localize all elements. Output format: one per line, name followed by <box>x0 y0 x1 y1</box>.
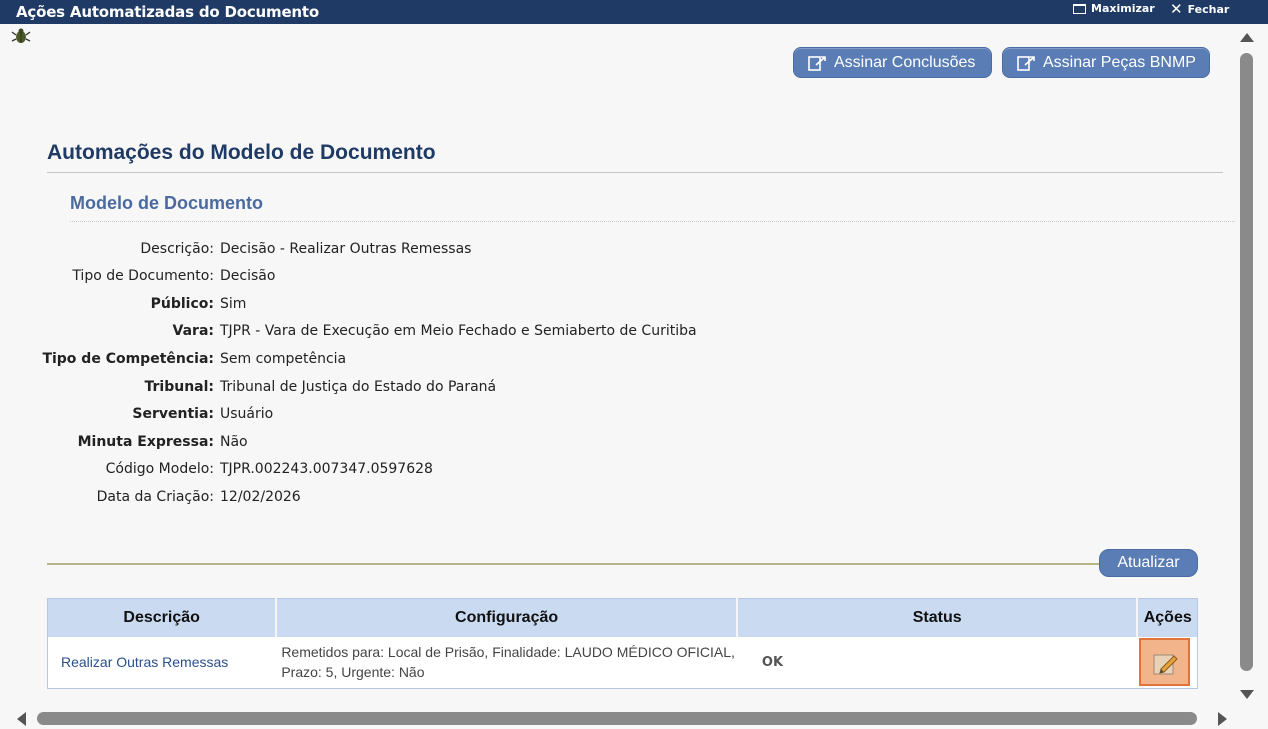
table-header-row: Descrição Configuração Status Ações <box>47 598 1198 637</box>
field-label: Data da Criação: <box>96 489 214 505</box>
divider <box>70 221 1235 222</box>
field-tipo-documento: Tipo de Documento: Decisão <box>0 265 900 289</box>
sign-document-icon <box>1017 55 1035 71</box>
field-label: Tipo de Competência: <box>42 351 214 367</box>
sign-bnmp-button[interactable]: Assinar Peças BNMP <box>1002 47 1210 78</box>
maximize-label: Maximizar <box>1091 2 1155 15</box>
sign-document-icon <box>808 55 826 71</box>
field-label: Público: <box>150 296 214 312</box>
table-row: Realizar Outras Remessas Remetidos para:… <box>47 636 1198 689</box>
vertical-scrollbar-thumb[interactable] <box>1240 53 1253 671</box>
field-label: Código Modelo: <box>105 461 214 477</box>
field-value: TJPR.002243.007347.0597628 <box>220 461 433 477</box>
sign-conclusions-button[interactable]: Assinar Conclusões <box>793 47 992 78</box>
field-value: Sim <box>220 296 247 312</box>
field-value: Usuário <box>220 406 274 422</box>
update-button[interactable]: Atualizar <box>1099 549 1198 577</box>
bug-icon[interactable] <box>11 27 31 45</box>
status-badge: OK <box>761 655 784 671</box>
field-value: 12/02/2026 <box>220 489 301 505</box>
field-publico: Público: Sim <box>0 293 900 317</box>
field-label: Descrição: <box>140 241 214 257</box>
field-descricao: Descrição: Decisão - Realizar Outras Rem… <box>0 238 900 262</box>
field-minuta-expressa: Minuta Expressa: Não <box>0 431 900 455</box>
field-value: Não <box>220 434 248 450</box>
field-value: Sem competência <box>220 351 347 367</box>
horizontal-scrollbar-thumb[interactable] <box>37 712 1197 725</box>
field-serventia: Serventia: Usuário <box>0 403 900 427</box>
window-titlebar: Ações Automatizadas do Documento Maximiz… <box>0 0 1268 24</box>
edit-button[interactable] <box>1139 638 1191 687</box>
field-label: Minuta Expressa: <box>77 434 214 450</box>
field-tipo-competencia: Tipo de Competência: Sem competência <box>0 348 900 372</box>
sign-conclusions-label: Assinar Conclusões <box>834 53 976 71</box>
close-icon: ✕ <box>1170 0 1183 18</box>
maximize-button[interactable]: Maximizar <box>1073 2 1155 15</box>
scroll-down-arrow-icon[interactable] <box>1240 690 1254 699</box>
field-label: Serventia: <box>132 406 214 422</box>
column-header-configuracao[interactable]: Configuração <box>276 598 738 637</box>
field-value: Tribunal de Justiça do Estado do Paraná <box>220 379 497 395</box>
pencil-icon <box>1153 654 1179 675</box>
automations-table: Descrição Configuração Status Ações Real… <box>47 598 1198 689</box>
scroll-right-arrow-icon[interactable] <box>1218 712 1227 726</box>
field-label: Tribunal: <box>144 379 214 395</box>
column-header-status[interactable]: Status <box>736 598 1139 637</box>
field-value: Decisão <box>220 268 276 284</box>
field-value: TJPR - Vara de Execução em Meio Fechado … <box>220 323 697 339</box>
automation-link[interactable]: Realizar Outras Remessas <box>48 654 228 670</box>
field-value: Decisão - Realizar Outras Remessas <box>220 241 472 257</box>
section-title: Modelo de Documento <box>70 193 263 213</box>
scroll-up-arrow-icon[interactable] <box>1240 33 1254 42</box>
divider <box>47 172 1223 173</box>
field-tribunal: Tribunal: Tribunal de Justiça do Estado … <box>0 376 900 400</box>
divider <box>47 563 1107 565</box>
close-button[interactable]: ✕ Fechar <box>1170 0 1230 18</box>
field-label: Vara: <box>172 323 214 339</box>
scroll-left-arrow-icon[interactable] <box>17 712 26 726</box>
field-codigo-modelo: Código Modelo: TJPR.002243.007347.059762… <box>0 458 900 482</box>
page-title: Automações do Modelo de Documento <box>47 141 436 164</box>
column-header-descricao[interactable]: Descrição <box>47 598 278 637</box>
configuration-text: Remetidos para: Local de Prisão, Finalid… <box>281 644 735 681</box>
field-vara: Vara: TJPR - Vara de Execução em Meio Fe… <box>0 320 900 344</box>
column-header-acoes: Ações <box>1137 598 1198 637</box>
field-data-criacao: Data da Criação: 12/02/2026 <box>0 486 900 510</box>
window-title: Ações Automatizadas do Documento <box>16 3 319 21</box>
sign-bnmp-label: Assinar Peças BNMP <box>1043 53 1196 71</box>
maximize-icon <box>1073 3 1086 14</box>
field-label: Tipo de Documento: <box>72 268 214 284</box>
close-label: Fechar <box>1187 2 1230 16</box>
